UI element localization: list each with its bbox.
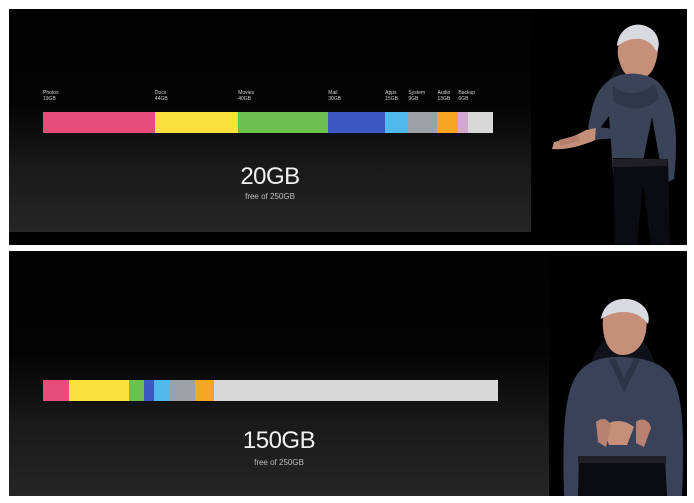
top-slide-frame: Photos 19GB Docs 44GB Movies 40GB Mail 30GB Apps… bbox=[9, 9, 687, 245]
top-storage-segment-1 bbox=[43, 112, 155, 133]
bottom-storage-segment-1 bbox=[43, 380, 70, 401]
bottom-storage-segment-5 bbox=[154, 380, 171, 401]
top-storage-segment-3 bbox=[238, 112, 329, 133]
top-segment-label-5: Apps 15GB bbox=[385, 90, 398, 102]
bottom-storage-segment-4 bbox=[144, 380, 155, 401]
bottom-storage-segment-6 bbox=[170, 380, 196, 401]
bottom-free-space-caption: free of 250GB bbox=[254, 458, 304, 467]
top-storage-segment-7 bbox=[437, 112, 459, 133]
top-storage-labels: Photos 19GB Docs 44GB Movies 40GB Mail 30GB Apps… bbox=[9, 90, 531, 110]
bottom-storage-segment-8 bbox=[213, 380, 498, 401]
top-segment-label-6: System 9GB bbox=[408, 90, 426, 102]
bottom-presenter-photo bbox=[563, 298, 684, 496]
top-storage-segment-4 bbox=[328, 112, 386, 133]
top-keynote-slide: Photos 19GB Docs 44GB Movies 40GB Mail 30GB Apps… bbox=[9, 9, 531, 232]
top-storage-segment-8 bbox=[458, 112, 469, 133]
bottom-storage-segment-3 bbox=[129, 380, 145, 401]
top-segment-label-8: Backup 6GB bbox=[458, 90, 476, 102]
bottom-storage-segment-7 bbox=[195, 380, 214, 401]
top-segment-label-7: Audio 13GB bbox=[437, 90, 451, 102]
top-segment-label-2: Docs 44GB bbox=[154, 90, 168, 102]
top-segment-label-1: Photos 19GB bbox=[43, 90, 59, 102]
bottom-keynote-slide: 150GB free of 250GB bbox=[9, 251, 549, 496]
bottom-storage-bar bbox=[43, 380, 498, 401]
bottom-free-space-amount: 150GB bbox=[242, 427, 316, 454]
top-storage-segment-9 bbox=[468, 112, 494, 133]
top-segment-label-3: Movies 40GB bbox=[238, 90, 255, 102]
bottom-storage-segment-2 bbox=[69, 380, 130, 401]
top-free-space-amount: 20GB bbox=[240, 163, 300, 190]
top-free-space-caption: free of 250GB bbox=[245, 192, 295, 201]
top-storage-segment-2 bbox=[154, 112, 239, 133]
top-storage-bar bbox=[43, 112, 498, 133]
top-storage-segment-5 bbox=[385, 112, 409, 133]
top-presenter-photo bbox=[552, 24, 676, 245]
bottom-slide-frame: 150GB free of 250GB bbox=[9, 251, 687, 496]
top-segment-label-4: Mail 30GB bbox=[328, 90, 342, 102]
top-storage-segment-6 bbox=[408, 112, 438, 133]
